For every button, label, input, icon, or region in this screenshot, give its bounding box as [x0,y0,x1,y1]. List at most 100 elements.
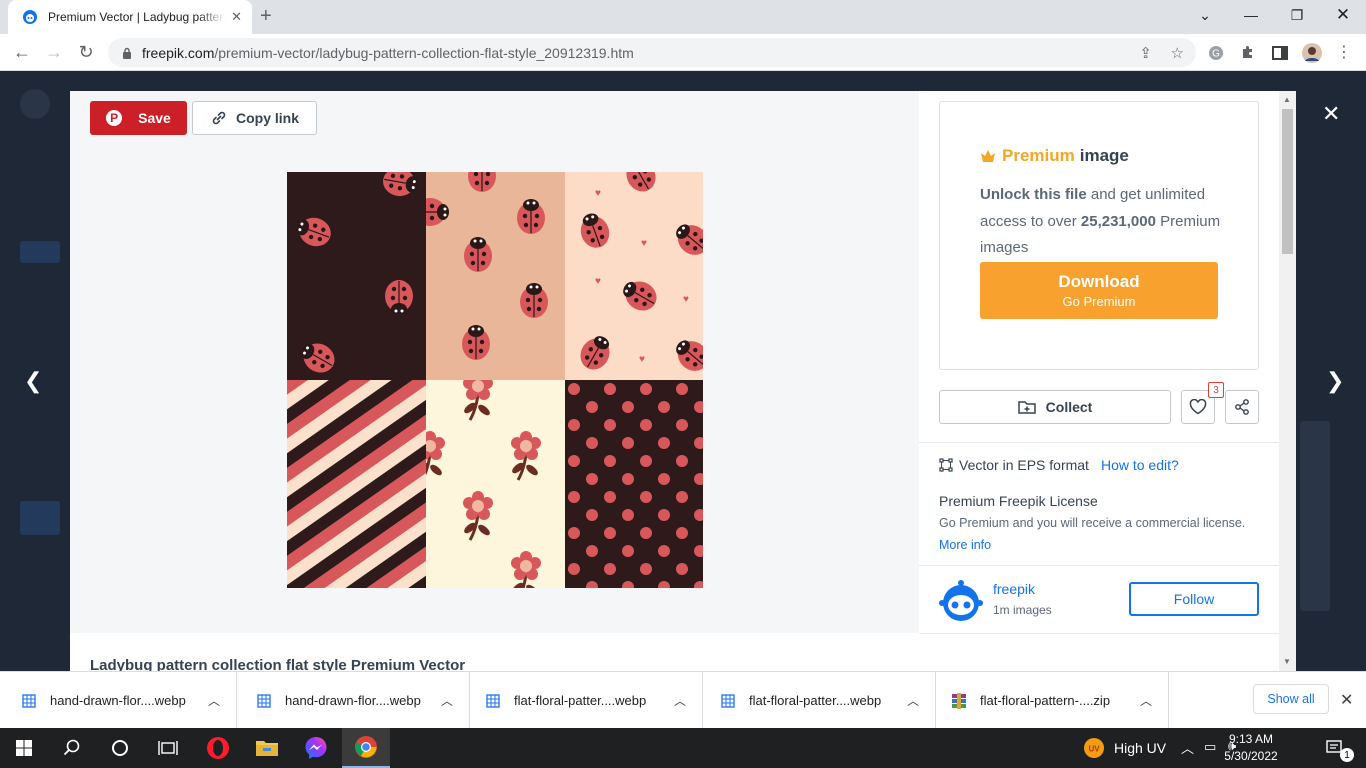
download-filename: hand-drawn-flor....webp [50,693,186,708]
file-explorer-icon[interactable] [243,728,291,768]
collect-button[interactable]: Collect [939,390,1171,424]
download-item[interactable]: flat-floral-patter....webp ︿ [703,672,936,729]
chrome-browser-icon[interactable] [342,728,390,768]
crown-icon [981,150,995,162]
svg-text:♥: ♥ [595,276,601,287]
pinterest-save-button[interactable]: P Save [90,101,187,135]
download-filename: flat-floral-pattern-....zip [980,693,1111,708]
heart-icon [1189,399,1207,415]
scroll-thumb[interactable] [1282,109,1293,254]
next-arrow-icon[interactable]: ❯ [1326,368,1344,394]
follow-button[interactable]: Follow [1129,582,1259,616]
pinterest-icon: P [106,110,123,126]
browser-toolbar: ← → ↻ freepik.com/premium-vector/ladybug… [0,34,1366,71]
weather-text[interactable]: High UV [1114,740,1166,756]
grammarly-extension-icon[interactable]: G [1206,43,1226,63]
freepik-favicon-icon [23,10,37,24]
minimize-icon[interactable]: — [1228,0,1274,30]
window-close-icon[interactable]: ✕ [1320,0,1366,30]
download-item[interactable]: flat-floral-patter....webp ︿ [470,672,703,729]
copy-link-button[interactable]: Copy link [192,101,317,135]
scroll-down-icon[interactable]: ▼ [1283,657,1291,666]
save-label: Save [138,110,171,126]
how-to-edit-link[interactable]: How to edit? [1101,457,1179,473]
premium-card: Premium image Unlock this file and get u… [939,101,1259,370]
battery-icon[interactable]: ▭ [1204,739,1216,755]
premium-description: Unlock this file and get unlimited acces… [980,182,1230,262]
svg-text:♥: ♥ [595,188,601,199]
collect-label: Collect [1045,399,1093,415]
webp-file-icon [721,693,735,708]
link-icon [212,111,226,125]
ladybug-pattern-preview-image: ♥ ♥ ♥ ♥ ♥ [287,172,703,588]
cortana-icon[interactable] [96,728,144,768]
windows-start-icon[interactable] [0,728,48,768]
premium-word: Premium [1002,146,1075,165]
browser-tab-bar: Premium Vector | Ladybug pattern collect… [0,0,1366,34]
side-panel-icon[interactable] [1270,43,1290,63]
pattern-tile-flowers [426,380,565,588]
reload-icon[interactable]: ↻ [74,40,98,64]
task-view-icon[interactable] [144,728,192,768]
address-bar[interactable]: freepik.com/premium-vector/ladybug-patte… [108,38,1196,67]
clock-date: 5/30/2022 [1224,749,1278,763]
forward-icon[interactable]: → [42,40,66,64]
license-title: Premium Freepik License [939,493,1098,509]
extensions-puzzle-icon[interactable] [1238,43,1258,63]
search-icon[interactable] [48,728,96,768]
freepik-author-avatar[interactable] [939,579,983,623]
chevron-up-icon[interactable]: ︿ [441,692,453,709]
download-item[interactable]: hand-drawn-flor....webp ︿ [0,672,237,729]
copy-link-label: Copy link [235,110,299,126]
license-text: Go Premium and you will receive a commer… [939,516,1246,530]
tray-chevron-up-icon[interactable]: ︿ [1181,738,1194,757]
share-icon[interactable]: ⇪ [1139,44,1152,62]
chevron-up-icon[interactable]: ︿ [674,692,686,709]
share-button[interactable] [1225,390,1259,424]
more-info-link[interactable]: More info [939,538,991,552]
tab-close-icon[interactable]: ✕ [231,9,242,25]
svg-text:UV: UV [1088,745,1100,754]
download-item[interactable]: flat-floral-pattern-....zip ︿ [936,672,1169,729]
uv-weather-icon[interactable]: UV [1076,728,1112,768]
download-go-premium-button[interactable]: Download Go Premium [980,262,1218,319]
close-downloads-bar-icon[interactable]: ✕ [1340,690,1353,710]
taskbar-clock[interactable]: 9:13 AM 5/30/2022 [1218,731,1284,765]
opera-browser-icon[interactable] [194,728,242,768]
profile-avatar[interactable] [1302,43,1322,63]
notifications-icon[interactable]: 1 [1312,728,1358,768]
bookmark-star-icon[interactable]: ☆ [1171,44,1184,62]
premium-heading: Premium image [980,146,1129,166]
folder-plus-icon [1017,401,1036,414]
resource-detail-modal: P Save Copy link ♥ ♥ ♥ ♥ ♥ Ladybug patte… [70,91,1296,671]
preview-area: P Save Copy link ♥ ♥ ♥ ♥ ♥ [70,91,919,633]
new-tab-icon[interactable]: + [260,6,272,26]
download-label: Download [1058,272,1140,291]
messenger-icon[interactable] [292,728,340,768]
chevron-up-icon[interactable]: ︿ [907,692,919,709]
lock-icon [123,47,131,59]
vector-format-icon [939,458,953,472]
scroll-up-icon[interactable]: ▲ [1283,95,1291,104]
chevron-up-icon[interactable]: ︿ [208,692,220,709]
download-filename: flat-floral-patter....webp [749,693,882,708]
download-item[interactable]: hand-drawn-flor....webp ︿ [237,672,470,729]
download-filename: hand-drawn-flor....webp [285,693,421,708]
unlock-bold: Unlock this file [980,186,1087,203]
tab-search-chevron-icon[interactable]: ⌄ [1182,0,1228,30]
pattern-tile-dark-ladybug [287,172,426,380]
previous-arrow-icon[interactable]: ❮ [24,368,42,394]
downloads-bar: hand-drawn-flor....webp ︿ hand-drawn-flo… [0,671,1366,729]
browser-tab[interactable]: Premium Vector | Ladybug pattern collect… [8,0,252,34]
svg-text:♥: ♥ [639,354,645,365]
modal-scrollbar[interactable]: ▲ ▼ [1279,91,1296,671]
browser-menu-icon[interactable]: ⋮ [1334,43,1354,63]
premium-count: 25,231,000 [1080,212,1156,230]
chevron-up-icon[interactable]: ︿ [1140,692,1152,709]
back-icon[interactable]: ← [10,40,34,64]
author-name-link[interactable]: freepik [993,581,1035,597]
modal-close-icon[interactable]: ✕ [1322,101,1340,127]
url-path: /premium-vector/ladybug-pattern-collecti… [214,44,634,61]
restore-icon[interactable]: ❐ [1274,0,1320,30]
show-all-downloads-button[interactable]: Show all [1253,684,1329,714]
